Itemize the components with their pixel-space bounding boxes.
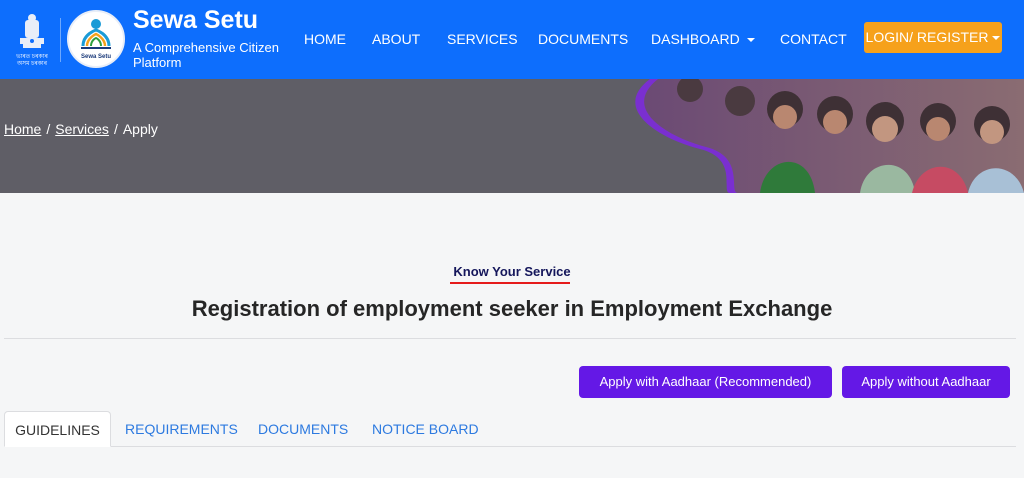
login-register-button[interactable]: LOGIN/ REGISTER [864, 22, 1002, 53]
tab-guidelines[interactable]: GUIDELINES [4, 411, 111, 447]
hero-banner: Home / Services / Apply [0, 79, 1024, 193]
apply-without-aadhaar-button[interactable]: Apply without Aadhaar [842, 366, 1010, 398]
hero-people-photo [635, 79, 1024, 193]
tab-requirements[interactable]: REQUIREMENTS [125, 411, 238, 447]
title-divider [4, 338, 1016, 339]
emblem-caption: ভাৰত চৰকাৰ অসম চৰকাৰ [16, 54, 48, 67]
sewa-setu-logo-icon: Sewa Setu [81, 19, 111, 60]
nav-services[interactable]: SERVICES [447, 31, 518, 47]
tab-documents[interactable]: DOCUMENTS [258, 411, 348, 447]
breadcrumb-services[interactable]: Services [55, 121, 109, 137]
brand-title[interactable]: Sewa Setu [133, 6, 258, 35]
chevron-down-icon [746, 38, 755, 43]
section-eyebrow: Know Your Service [453, 264, 571, 279]
header-divider [60, 18, 61, 62]
breadcrumb-current: Apply [122, 121, 158, 137]
logo-caption: Sewa Setu [81, 54, 111, 60]
breadcrumb-separator: / [46, 121, 51, 137]
top-navbar: ভাৰত চৰকাৰ অসম চৰকাৰ Sewa Setu Sewa Setu… [0, 0, 1024, 79]
nav-contact[interactable]: CONTACT [780, 31, 847, 47]
nav-dashboard[interactable]: DASHBOARD [651, 31, 755, 47]
eyebrow-underline [450, 282, 570, 284]
breadcrumb: Home / Services / Apply [4, 121, 158, 137]
nav-documents[interactable]: DOCUMENTS [538, 31, 628, 47]
sewa-setu-logo[interactable]: Sewa Setu [67, 10, 125, 68]
login-register-label: LOGIN/ REGISTER [865, 29, 989, 45]
chevron-down-icon [992, 36, 1001, 41]
nav-about[interactable]: ABOUT [372, 31, 420, 47]
nav-dashboard-label: DASHBOARD [651, 31, 740, 47]
nav-home[interactable]: HOME [304, 31, 346, 47]
breadcrumb-home[interactable]: Home [4, 121, 41, 137]
page-title: Registration of employment seeker in Emp… [191, 296, 833, 321]
tab-notice-board[interactable]: NOTICE BOARD [372, 411, 479, 447]
brand-subtitle: A Comprehensive Citizen Platform [133, 40, 279, 70]
apply-with-aadhaar-button[interactable]: Apply with Aadhaar (Recommended) [579, 366, 832, 398]
breadcrumb-separator: / [113, 121, 118, 137]
